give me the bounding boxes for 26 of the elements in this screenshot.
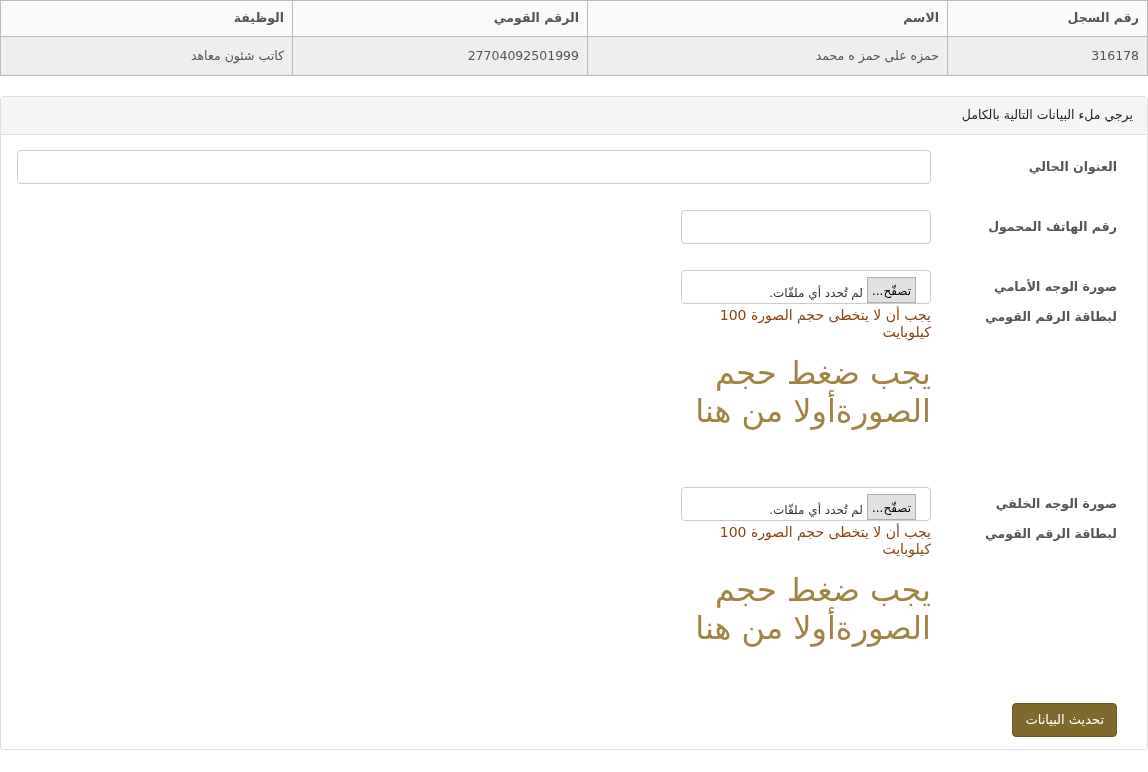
browse-button[interactable]: تصفّح... bbox=[867, 493, 916, 520]
column-header: رقم السجل bbox=[947, 0, 1148, 37]
column-header: الوظيفة bbox=[0, 0, 293, 37]
compress-link[interactable]: يجب ضغط حجم الصورةأولا من هنا bbox=[681, 570, 931, 648]
table-cell: 27704092501999 bbox=[292, 36, 588, 76]
size-hint: يجب أن لا يتخطى حجم الصورة 100 كيلوبايت bbox=[718, 306, 931, 342]
compress-link[interactable]: يجب ضغط حجم الصورةأولا من هنا bbox=[681, 353, 931, 431]
table-cell: 316178 bbox=[947, 36, 1148, 76]
update-button[interactable]: تحديث البيانات bbox=[1012, 703, 1117, 737]
file-input[interactable]: تصفّح... لم تُحدد أي ملفّات. bbox=[681, 486, 931, 521]
input-field[interactable] bbox=[681, 209, 931, 244]
field-label: صورة الوجه الأمامي لبطاقة الرقم القومي bbox=[983, 277, 1117, 326]
file-status: لم تُحدد أي ملفّات. bbox=[768, 501, 864, 519]
file-input[interactable]: تصفّح... لم تُحدد أي ملفّات. bbox=[681, 269, 931, 304]
table-cell: حمزه على حمز ه محمد bbox=[587, 36, 948, 76]
file-status: لم تُحدد أي ملفّات. bbox=[768, 284, 864, 302]
table-cell: كاتب شئون معاهد bbox=[0, 36, 293, 76]
size-hint: يجب أن لا يتخطى حجم الصورة 100 كيلوبايت bbox=[718, 523, 931, 559]
field-label: العنوان الحالي bbox=[1027, 157, 1117, 176]
browse-button[interactable]: تصفّح... bbox=[867, 276, 916, 303]
column-header: الاسم bbox=[587, 0, 948, 37]
field-label: رقم الهاتف المحمول bbox=[987, 217, 1117, 236]
column-header: الرقم القومي bbox=[292, 0, 588, 37]
input-field[interactable] bbox=[17, 149, 931, 184]
panel-heading: يرجي ملء البيانات التالية بالكامل bbox=[1, 97, 1147, 135]
field-label: صورة الوجه الخلفي لبطاقة الرقم القومي bbox=[983, 494, 1117, 543]
